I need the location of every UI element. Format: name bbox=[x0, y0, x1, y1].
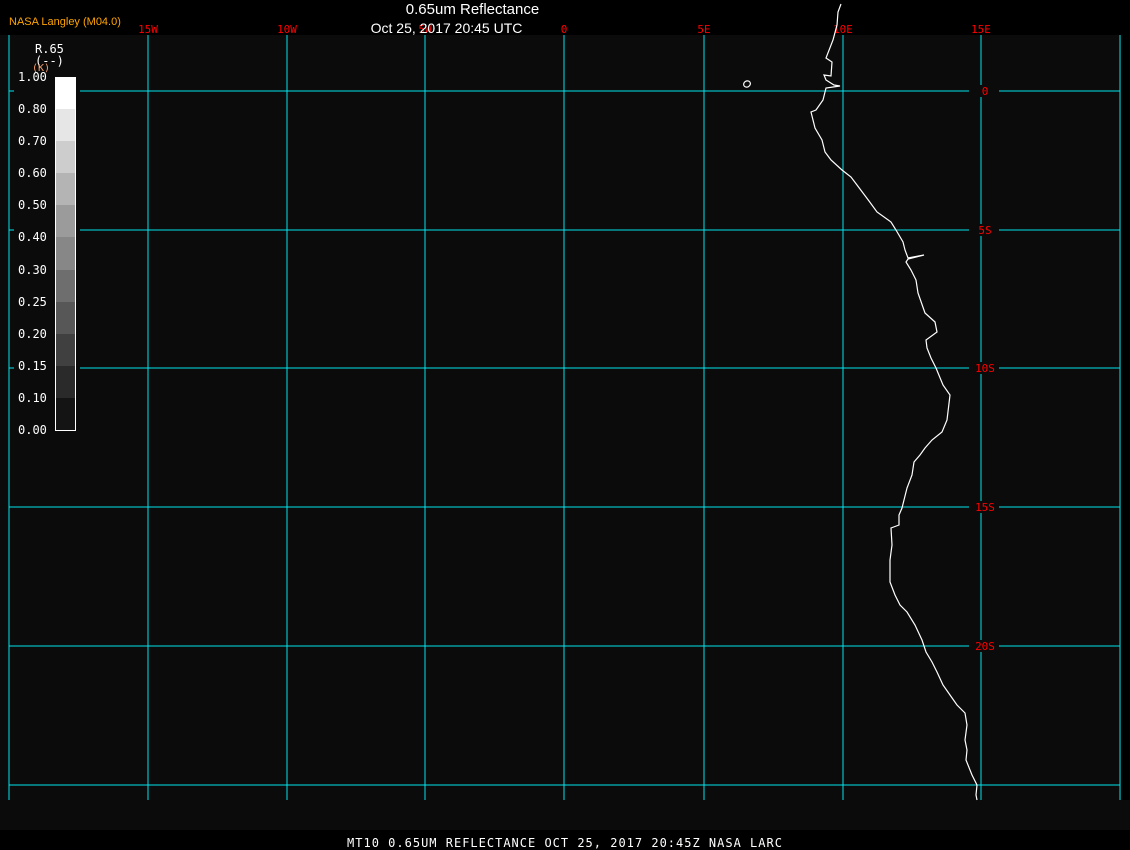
legend-tick-label: 1.00 bbox=[18, 70, 47, 84]
legend-tick-label: 0.20 bbox=[18, 326, 47, 341]
image-timestamp: Oct 25, 2017 20:45 UTC bbox=[370, 20, 523, 36]
legend-tick-label: 0.70 bbox=[18, 134, 47, 149]
latitude-label: 10S bbox=[975, 362, 995, 375]
legend-tick-label: 0.30 bbox=[18, 262, 47, 277]
legend-tick-label: 0.60 bbox=[18, 166, 47, 181]
legend-tick-label: 0.50 bbox=[18, 198, 47, 213]
legend-tick-label: 0.80 bbox=[18, 102, 47, 117]
footer-caption: MT10 0.65UM REFLECTANCE OCT 25, 2017 20:… bbox=[347, 836, 783, 850]
footer-strip bbox=[0, 800, 1130, 830]
longitude-label: 15E bbox=[971, 23, 991, 36]
legend-tick-label: 0.15 bbox=[18, 358, 47, 373]
legend-bar-frame bbox=[55, 77, 76, 431]
legend-tick-label: 0.00 bbox=[18, 423, 47, 437]
legend-tick-label: 0.40 bbox=[18, 230, 47, 245]
latitude-label: 0 bbox=[982, 85, 989, 98]
legend-tick-label: 0.25 bbox=[18, 294, 47, 309]
satellite-image-viewer: 15W 10W 5W 0 5E 10E 15E 0 5S 10S 15S 20S NASA Langl… bbox=[0, 0, 1130, 850]
legend-tick-label: 0.10 bbox=[18, 390, 47, 405]
map-canvas: 15W 10W 5W 0 5E 10E 15E05S10S15S20S bbox=[0, 3, 1130, 830]
image-title: 0.65um Reflectance bbox=[405, 1, 540, 18]
latitude-label: 5S bbox=[978, 224, 991, 237]
latitude-label: 20S bbox=[975, 640, 995, 653]
map-background bbox=[0, 35, 1121, 800]
latitude-label: 15S bbox=[975, 501, 995, 514]
color-legend: R.65 (--) (K) 1.00 0.80 0.70 0.60 0.50 0.40 0.… bbox=[14, 37, 80, 442]
